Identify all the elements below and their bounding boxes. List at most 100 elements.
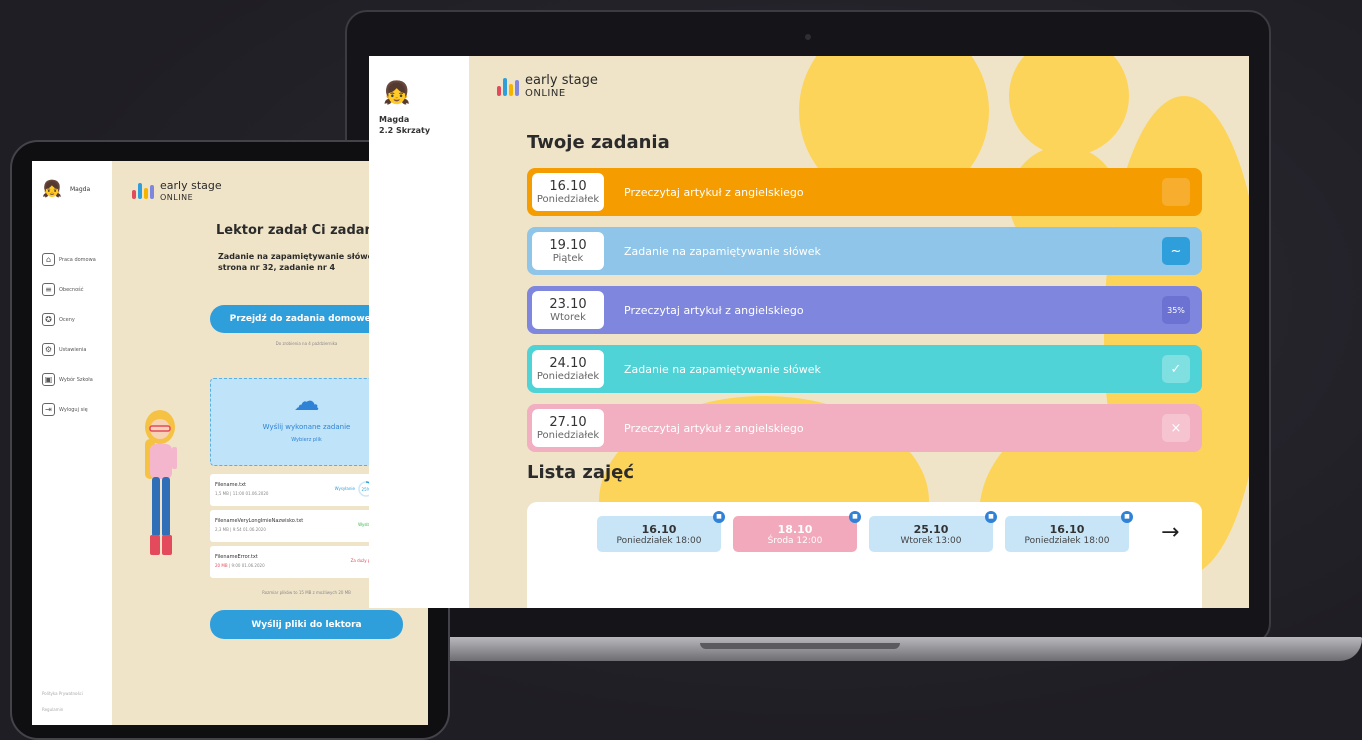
task-date: 19.10 Piątek	[532, 232, 604, 270]
lesson-date: 18.10	[777, 522, 813, 536]
file-size: 20 MB	[215, 563, 228, 568]
lessons-panel: 16.10 Poniedziałek 18:00 ■ 18.10 Środa 12:00…	[527, 502, 1202, 608]
task-status-badge: ~	[1162, 237, 1190, 265]
lesson-time: Środa 12:00	[767, 535, 823, 546]
sidebar-item[interactable]: ✪ Oceny	[42, 313, 75, 326]
tablet-sidebar: 👧 Magda ⌂ Praca domowa ≡ Obecność ✪ Oceny ⚙ Ust…	[32, 161, 112, 725]
file-date: | 9:00 01.06.2020	[227, 563, 265, 568]
video-camera-icon[interactable]: ■	[985, 511, 997, 523]
task-title: Przeczytaj artykuł z angielskiego	[624, 421, 804, 435]
video-camera-icon[interactable]: ■	[1121, 511, 1133, 523]
logo-sub: ONLINE	[525, 88, 566, 99]
file-name: FilenameVeryLongImieNazwisko.txt	[215, 518, 304, 524]
laptop-camera	[805, 34, 811, 40]
file-name: FilenameError.txt	[215, 554, 258, 560]
task-date: 27.10 Poniedziałek	[532, 409, 604, 447]
sidebar-item-label: Wyloguj się	[59, 406, 88, 413]
terms-link[interactable]: Regulamin	[42, 707, 63, 712]
task-row[interactable]: 19.10 Piątek Zadanie na zapamiętywanie sł…	[527, 227, 1202, 275]
sidebar-item[interactable]: ⌂ Praca domowa	[42, 253, 96, 266]
lesson-time: Poniedziałek 18:00	[616, 535, 702, 546]
task-weekday: Poniedziałek	[536, 371, 600, 382]
task-day: 19.10	[549, 238, 587, 253]
lessons-heading: Lista zajęć	[527, 462, 635, 483]
laptop-screen: 👧 Magda 2.2 Skrzaty early stage ONLINE T…	[369, 56, 1249, 608]
lesson-card[interactable]: 16.10 Poniedziałek 18:00 ■	[1005, 511, 1133, 552]
logo-icon	[132, 182, 154, 199]
file-meta: 20 MB | 9:00 01.06.2020	[215, 563, 265, 568]
task-weekday: Poniedziałek	[536, 194, 600, 205]
user-name: Magda	[70, 186, 91, 193]
sidebar-item[interactable]: ⇥ Wyloguj się	[42, 403, 88, 416]
task-status-badge	[1162, 178, 1190, 206]
task-date: 16.10 Poniedziałek	[532, 173, 604, 211]
task-row[interactable]: 24.10 Poniedziałek Zadanie na zapamiętywa…	[527, 345, 1202, 393]
task-row[interactable]: 27.10 Poniedziałek Przeczytaj artykuł z a…	[527, 404, 1202, 452]
task-day: 24.10	[549, 356, 587, 371]
task-weekday: Wtorek	[550, 312, 586, 323]
lesson-card[interactable]: 16.10 Poniedziałek 18:00 ■	[597, 511, 725, 552]
school-icon: ▣	[42, 373, 55, 386]
lesson-date: 25.10	[913, 522, 949, 536]
laptop-main: early stage ONLINE Twoje zadania 16.10 Po…	[469, 56, 1249, 608]
task-status-badge: ×	[1162, 414, 1190, 442]
document-icon: ≡	[42, 283, 55, 296]
lesson-date: 16.10	[641, 522, 677, 536]
task-date: 23.10 Wtorek	[532, 291, 604, 329]
avatar[interactable]: 👧	[383, 80, 411, 108]
laptop-frame: 👧 Magda 2.2 Skrzaty early stage ONLINE T…	[345, 10, 1271, 645]
user-name: Magda	[379, 115, 410, 124]
medal-icon: ✪	[42, 313, 55, 326]
arrow-right-icon[interactable]: →	[1161, 520, 1179, 545]
sidebar-item-label: Oceny	[59, 316, 75, 323]
send-files-button[interactable]: Wyślij pliki do lektora	[210, 610, 403, 639]
file-meta: 1,5 MB | 11:00 01.06.2020	[215, 491, 269, 496]
task-title: Przeczytaj artykuł z angielskiego	[624, 185, 804, 199]
task-title: Przeczytaj artykuł z angielskiego	[624, 303, 804, 317]
logo-sub: ONLINE	[160, 193, 194, 202]
task-row[interactable]: 16.10 Poniedziałek Przeczytaj artykuł z a…	[527, 168, 1202, 216]
sidebar-item[interactable]: ⚙ Ustawienia	[42, 343, 86, 356]
house-icon: ⌂	[42, 253, 55, 266]
task-date: 24.10 Poniedziałek	[532, 350, 604, 388]
task-status-badge: ✓	[1162, 355, 1190, 383]
sidebar-item[interactable]: ▣ Wybór Szkoła	[42, 373, 93, 386]
privacy-link[interactable]: Polityka Prywatności	[42, 691, 83, 696]
assignment-heading: Lektor zadał Ci zadanie:	[216, 223, 393, 238]
user-info: Magda 2.2 Skrzaty	[379, 114, 430, 136]
task-day: 23.10	[549, 297, 587, 312]
task-status-badge: 35%	[1162, 296, 1190, 324]
task-weekday: Piątek	[552, 253, 584, 264]
lesson-time: Wtorek 13:00	[900, 535, 962, 546]
sidebar-item-label: Ustawienia	[59, 346, 87, 353]
video-camera-icon[interactable]: ■	[849, 511, 861, 523]
logo[interactable]: early stage ONLINE	[132, 179, 222, 202]
teacher-illustration	[145, 410, 177, 555]
video-camera-icon[interactable]: ■	[713, 511, 725, 523]
task-day: 16.10	[549, 179, 587, 194]
task-title: Zadanie na zapamiętywanie słówek	[624, 362, 821, 376]
sidebar-item-label: Wybór Szkoła	[59, 376, 93, 383]
sidebar-item-label: Obecność	[59, 286, 84, 293]
file-status: Wysyłanie	[334, 486, 355, 491]
task-title: Zadanie na zapamiętywanie słówek	[624, 244, 821, 258]
logout-icon: ⇥	[42, 403, 55, 416]
lesson-time: Poniedziałek 18:00	[1024, 535, 1110, 546]
lesson-card[interactable]: 25.10 Wtorek 13:00 ■	[869, 511, 997, 552]
laptop-sidebar: 👧 Magda 2.2 Skrzaty	[369, 56, 469, 608]
task-row[interactable]: 23.10 Wtorek Przeczytaj artykuł z angiels…	[527, 286, 1202, 334]
logo-name: early stage	[160, 179, 222, 192]
sidebar-item-label: Praca domowa	[59, 256, 96, 263]
laptop-notch	[700, 643, 900, 649]
user-group: 2.2 Skrzaty	[379, 126, 431, 135]
task-weekday: Poniedziałek	[536, 430, 600, 441]
avatar[interactable]: 👧	[42, 179, 62, 198]
laptop-base	[318, 637, 1362, 661]
lesson-card[interactable]: 18.10 Środa 12:00 ■	[733, 511, 861, 552]
lesson-date: 16.10	[1049, 522, 1085, 536]
sidebar-item[interactable]: ≡ Obecność	[42, 283, 84, 296]
logo-name: early stage	[525, 73, 598, 88]
file-meta: 2,3 MB | 9:54 01.06.2020	[215, 527, 266, 532]
logo[interactable]: early stage ONLINE	[497, 74, 598, 99]
tasks-heading: Twoje zadania	[527, 132, 670, 153]
